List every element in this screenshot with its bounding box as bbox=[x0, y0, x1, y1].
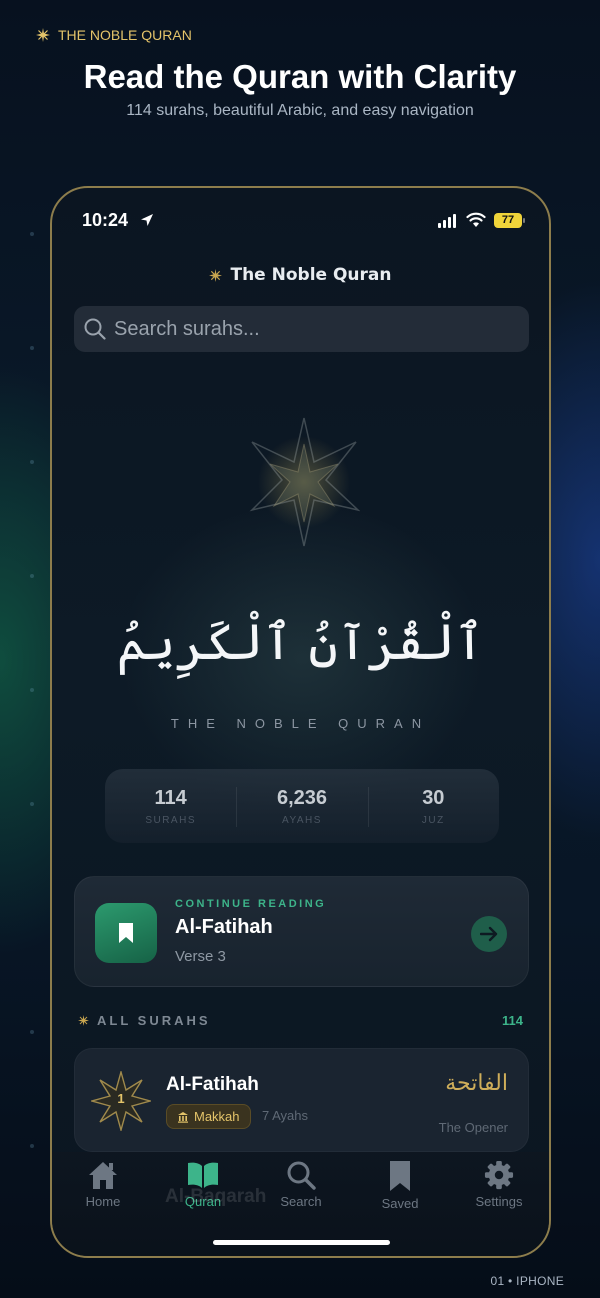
partial-surah-name: Al-Baqarah bbox=[165, 1186, 267, 1207]
surah-name: Al-Fatihah bbox=[166, 1074, 259, 1095]
promo-headline: Read the Quran with Clarity bbox=[83, 58, 517, 95]
decor-dot bbox=[30, 1144, 34, 1148]
decor-dot bbox=[30, 574, 34, 578]
continue-reading-label: CONTINUE READING bbox=[175, 898, 327, 910]
stat-label: AYAHS bbox=[282, 815, 322, 826]
surah-meaning: The Opener bbox=[438, 1120, 508, 1135]
stat-surahs: 114 SURAHS bbox=[105, 769, 236, 843]
stat-value: 30 bbox=[422, 787, 445, 809]
promo-subheadline: 114 surahs, beautiful Arabic, and easy n… bbox=[126, 102, 474, 119]
stat-label: JUZ bbox=[421, 815, 445, 826]
tab-settings[interactable]: Settings bbox=[459, 1160, 539, 1209]
all-surahs-header: ALL SURAHS bbox=[78, 1013, 211, 1028]
page-footer: 01 • IPHONE bbox=[490, 1274, 564, 1288]
stats-card: 114 SURAHS 6,236 AYAHS 30 JUZ bbox=[105, 769, 499, 843]
search-icon bbox=[84, 318, 106, 340]
surah-arabic-name: الفاتحة bbox=[445, 1071, 508, 1096]
app-title: The Noble Quran bbox=[230, 265, 392, 285]
search-input[interactable] bbox=[114, 317, 514, 341]
sparkle-icon bbox=[209, 268, 223, 282]
tab-saved[interactable]: Saved bbox=[360, 1160, 440, 1211]
stat-ayahs: 6,236 AYAHS bbox=[236, 769, 367, 843]
hero-arabic-title: ٱلْقُرْآنُ ٱلْكَرِيمُ bbox=[116, 613, 485, 671]
decor-dot bbox=[30, 460, 34, 464]
bookmark-icon bbox=[390, 1161, 410, 1191]
decor-dot bbox=[30, 232, 34, 236]
decor-dot bbox=[30, 346, 34, 350]
all-surahs-count: 114 bbox=[502, 1013, 523, 1028]
sparkle-icon bbox=[78, 1015, 89, 1026]
tab-label: Search bbox=[280, 1194, 322, 1209]
decor-dot bbox=[30, 802, 34, 806]
decor-dot bbox=[30, 688, 34, 692]
battery-icon: 77 bbox=[494, 213, 522, 228]
decor-dot bbox=[30, 1030, 34, 1034]
surah-number: 1 bbox=[117, 1091, 125, 1106]
stat-value: 6,236 bbox=[276, 787, 328, 809]
promo-brand-label: THE NOBLE QURAN bbox=[58, 27, 192, 43]
revelation-place: Makkah bbox=[194, 1109, 240, 1124]
battery-tip bbox=[523, 218, 525, 223]
bookmark-tile bbox=[95, 903, 157, 963]
continue-reading-card[interactable]: CONTINUE READING Al-Fatihah Verse 3 bbox=[74, 876, 529, 987]
ayah-count: 7 Ayahs bbox=[262, 1108, 309, 1123]
home-icon bbox=[89, 1162, 117, 1189]
kaaba-icon bbox=[178, 1111, 188, 1123]
continue-reading-surah: Al-Fatihah bbox=[175, 916, 273, 938]
location-arrow-icon bbox=[141, 214, 153, 226]
stat-label: SURAHS bbox=[145, 815, 196, 826]
stat-value: 114 bbox=[154, 787, 187, 809]
sparkle-icon bbox=[36, 28, 50, 42]
phone-frame: 10:24 77 The Noble Quran Search surahs..… bbox=[50, 186, 551, 1258]
gear-icon bbox=[484, 1160, 514, 1190]
revelation-badge: Makkah bbox=[166, 1104, 251, 1129]
tab-label: Home bbox=[85, 1194, 121, 1209]
search-icon bbox=[287, 1161, 316, 1190]
surah-list-item[interactable]: 1 Al-Fatihah Makkah 7 Ayahs الفاتحة The … bbox=[74, 1048, 529, 1152]
promo-brand: THE NOBLE QURAN bbox=[36, 27, 192, 43]
continue-reading-verse: Verse 3 bbox=[175, 948, 226, 965]
bookmark-icon bbox=[119, 923, 133, 943]
search-bar[interactable] bbox=[74, 306, 529, 352]
all-surahs-label: ALL SURAHS bbox=[97, 1013, 211, 1028]
status-bar: 10:24 77 bbox=[52, 188, 549, 248]
tab-label: Saved bbox=[381, 1196, 419, 1211]
continue-arrow-button[interactable] bbox=[471, 916, 507, 952]
status-time: 10:24 bbox=[82, 210, 129, 230]
wifi-icon bbox=[466, 212, 486, 227]
tab-home[interactable]: Home bbox=[63, 1160, 143, 1209]
tab-label: Settings bbox=[475, 1194, 523, 1209]
home-indicator[interactable] bbox=[213, 1240, 390, 1245]
hero-latin-subtitle: THE NOBLE QURAN bbox=[170, 716, 431, 731]
tab-search[interactable]: Search bbox=[261, 1160, 341, 1209]
arrow-right-icon bbox=[480, 926, 498, 942]
app-header: The Noble Quran bbox=[52, 265, 549, 285]
stat-juz: 30 JUZ bbox=[367, 769, 499, 843]
eight-point-star-emblem-icon bbox=[249, 417, 360, 547]
cellular-signal-icon bbox=[438, 214, 456, 228]
